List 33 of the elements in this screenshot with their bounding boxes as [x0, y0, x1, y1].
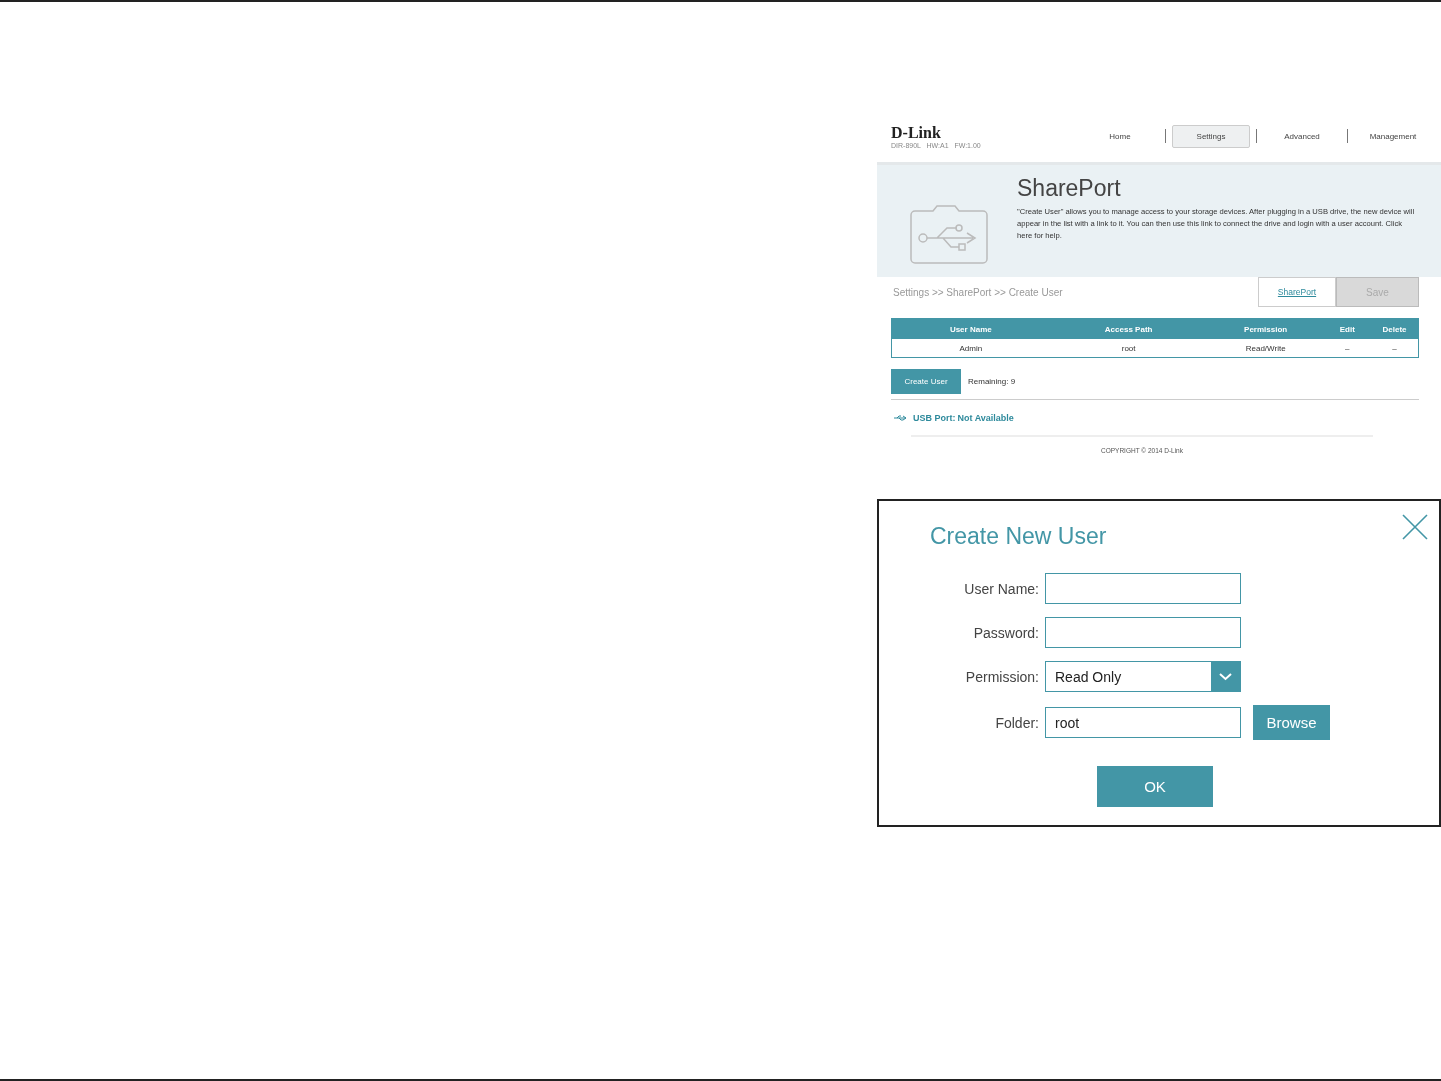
column-header: Permission [1207, 318, 1324, 339]
table-cell: Read/Write [1207, 339, 1324, 358]
nav-tab[interactable]: Advanced [1263, 124, 1341, 148]
input-field[interactable]: root [1045, 707, 1241, 738]
nav-tab[interactable]: Home [1081, 124, 1159, 148]
column-header: User Name [891, 318, 1050, 339]
breadcrumb: Settings >> SharePort >> Create User [893, 286, 1064, 298]
column-header: Delete [1371, 318, 1419, 339]
nav-tab[interactable]: Settings [1172, 124, 1250, 148]
usb-icon [893, 414, 907, 422]
brand-logo: D-Link [891, 123, 941, 142]
nav-tab[interactable]: Management [1354, 124, 1432, 148]
field-label: Folder: [994, 714, 1039, 731]
usb-port-label: USB Port: [913, 413, 956, 423]
table-cell: Admin [891, 339, 1050, 358]
table-cell: root [1049, 339, 1208, 358]
usb-folder-icon [909, 203, 989, 265]
table-cell: – [1371, 339, 1419, 358]
column-header: Access Path [1049, 318, 1208, 339]
usb-port-status: Not Available [957, 413, 1014, 423]
dialog-title: Create New User [930, 523, 1107, 550]
password-field[interactable] [1045, 617, 1241, 648]
input-field[interactable] [1045, 573, 1241, 604]
remaining-count: Remaining: 9 [968, 377, 1016, 386]
table-cell: – [1323, 339, 1372, 358]
shareport-link[interactable]: SharePort [1258, 277, 1336, 307]
field-label: Password: [972, 624, 1039, 641]
field-label: Permission: [964, 668, 1039, 685]
dropdown[interactable]: Read Only [1045, 661, 1241, 692]
close-button[interactable] [1401, 513, 1429, 541]
column-header: Edit [1323, 318, 1372, 339]
field-label: User Name: [963, 580, 1039, 597]
page-title: SharePort [1017, 175, 1121, 202]
